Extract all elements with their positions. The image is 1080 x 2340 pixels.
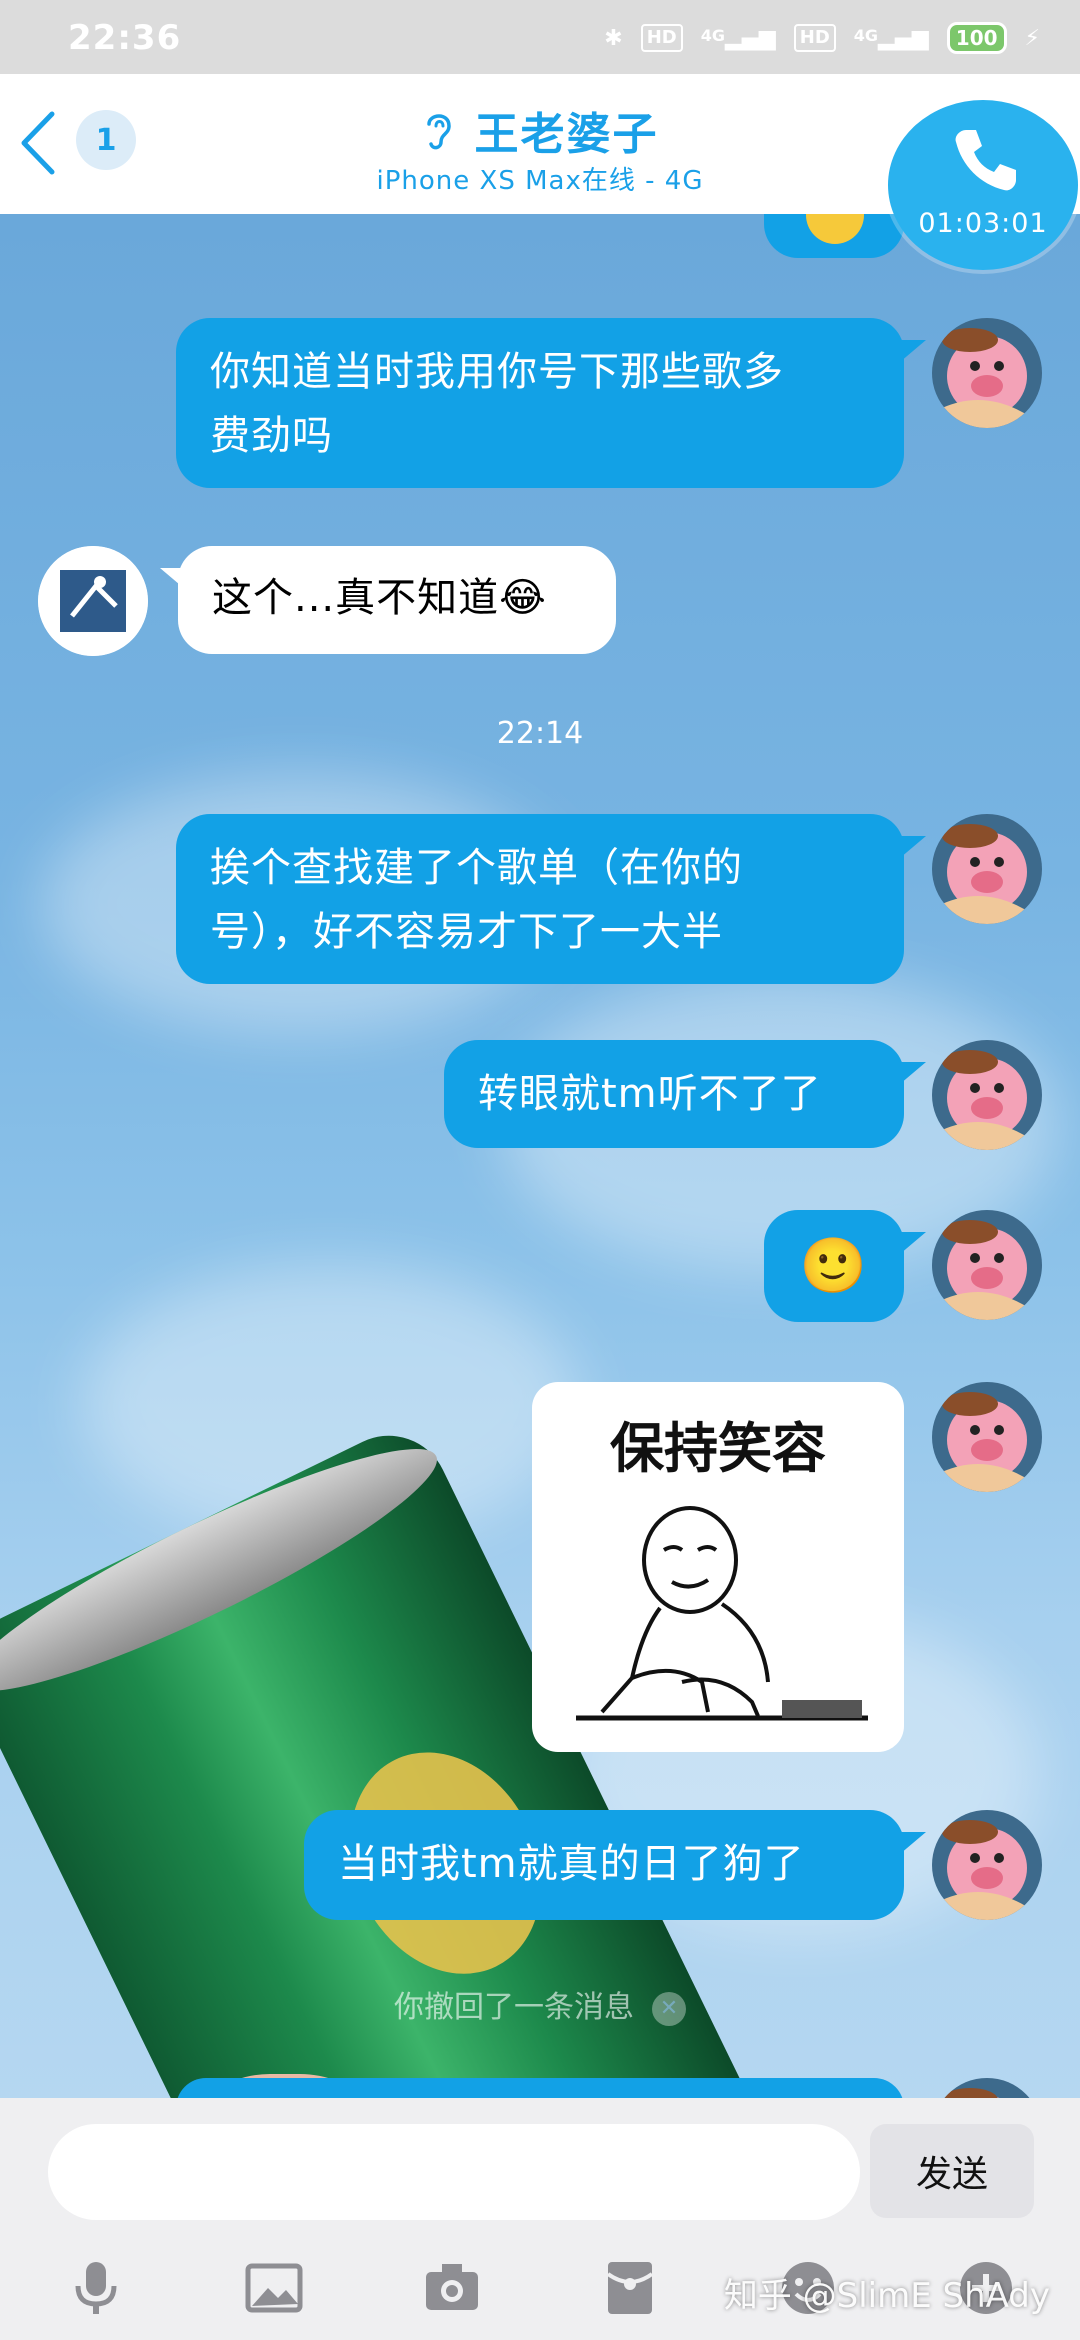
- zhihu-watermark: 知乎 @SlimE ShAdy: [723, 2276, 1050, 2316]
- message-bubble-outgoing[interactable]: 🙂: [764, 1210, 904, 1322]
- status-time: 22:36: [68, 18, 182, 58]
- recalled-message-notice: 你撤回了一条消息 ✕: [0, 1982, 1080, 2026]
- bluetooth-icon: ✱: [604, 25, 623, 51]
- message-text: 费劲吗: [210, 413, 333, 459]
- signal-icon-2: 4G▂▄▆: [853, 25, 929, 51]
- camera-icon[interactable]: [420, 2256, 484, 2320]
- my-avatar[interactable]: [932, 1210, 1042, 1320]
- message-text: 挨个查找建了个歌单（在你的: [210, 845, 743, 891]
- status-icons: ✱ HD 4G▂▄▆ HD 4G▂▄▆ 100 ⚡: [604, 20, 1040, 56]
- microphone-icon[interactable]: [64, 2256, 128, 2320]
- message-bubble-outgoing[interactable]: 挨个查找建了个歌单（在你的 号），好不容易才下了一大半: [176, 814, 904, 984]
- battery-icon: 100: [946, 22, 1007, 54]
- chat-message-list[interactable]: 你知道当时我用你号下那些歌多 费劲吗 这个...真不知道😂 22:14 挨个查找…: [0, 214, 1080, 2098]
- message-text: 当时我tm就真的日了狗了: [338, 1841, 805, 1887]
- meme-face-drawing: [576, 1506, 868, 1721]
- my-avatar[interactable]: [932, 1040, 1042, 1150]
- message-text: 你知道当时我用你号下那些歌多: [210, 349, 784, 395]
- contact-name: 王老婆子: [474, 109, 659, 160]
- message-text: 这个...真不知道😂: [212, 575, 547, 621]
- message-bubble-outgoing[interactable]: 转眼就tm听不了了: [444, 1040, 904, 1148]
- contact-avatar[interactable]: [38, 546, 148, 656]
- voice-call-floating-button[interactable]: 01:03:01: [888, 100, 1078, 270]
- message-text: 转眼就tm听不了了: [478, 1071, 822, 1117]
- message-bubble-incoming[interactable]: 这个...真不知道😂: [178, 546, 616, 654]
- message-bubble-partial[interactable]: [176, 2078, 904, 2098]
- hd-badge: HD: [640, 24, 683, 52]
- call-timer: 01:03:01: [918, 208, 1048, 239]
- charging-icon: ⚡: [1024, 25, 1040, 51]
- message-bubble-outgoing[interactable]: 你知道当时我用你号下那些歌多 费劲吗: [176, 318, 904, 488]
- status-bar: 22:36 ✱ HD 4G▂▄▆ HD 4G▂▄▆ 100 ⚡: [0, 0, 1080, 74]
- message-input[interactable]: [48, 2124, 860, 2220]
- smile-emoji: 🙂: [799, 1234, 869, 1297]
- phone-icon: [955, 130, 1016, 191]
- ear-icon: [427, 114, 452, 150]
- my-avatar[interactable]: [932, 318, 1042, 428]
- message-text: 号），好不容易才下了一大半: [210, 909, 723, 955]
- red-packet-icon[interactable]: [598, 2256, 662, 2320]
- image-icon[interactable]: [242, 2256, 306, 2320]
- hd-badge-2: HD: [793, 24, 836, 52]
- send-button[interactable]: 发送: [870, 2124, 1034, 2218]
- sticker-message[interactable]: 保持笑容: [532, 1382, 904, 1752]
- message-timestamp: 22:14: [496, 716, 584, 751]
- message-bubble-outgoing[interactable]: 当时我tm就真的日了狗了: [304, 1810, 904, 1920]
- my-avatar[interactable]: [932, 1810, 1042, 1920]
- signal-icon: 4G▂▄▆: [700, 25, 776, 51]
- my-avatar[interactable]: [932, 1382, 1042, 1492]
- my-avatar[interactable]: [932, 2078, 1042, 2098]
- my-avatar[interactable]: [932, 814, 1042, 924]
- dismiss-notice-icon[interactable]: ✕: [652, 1991, 686, 2026]
